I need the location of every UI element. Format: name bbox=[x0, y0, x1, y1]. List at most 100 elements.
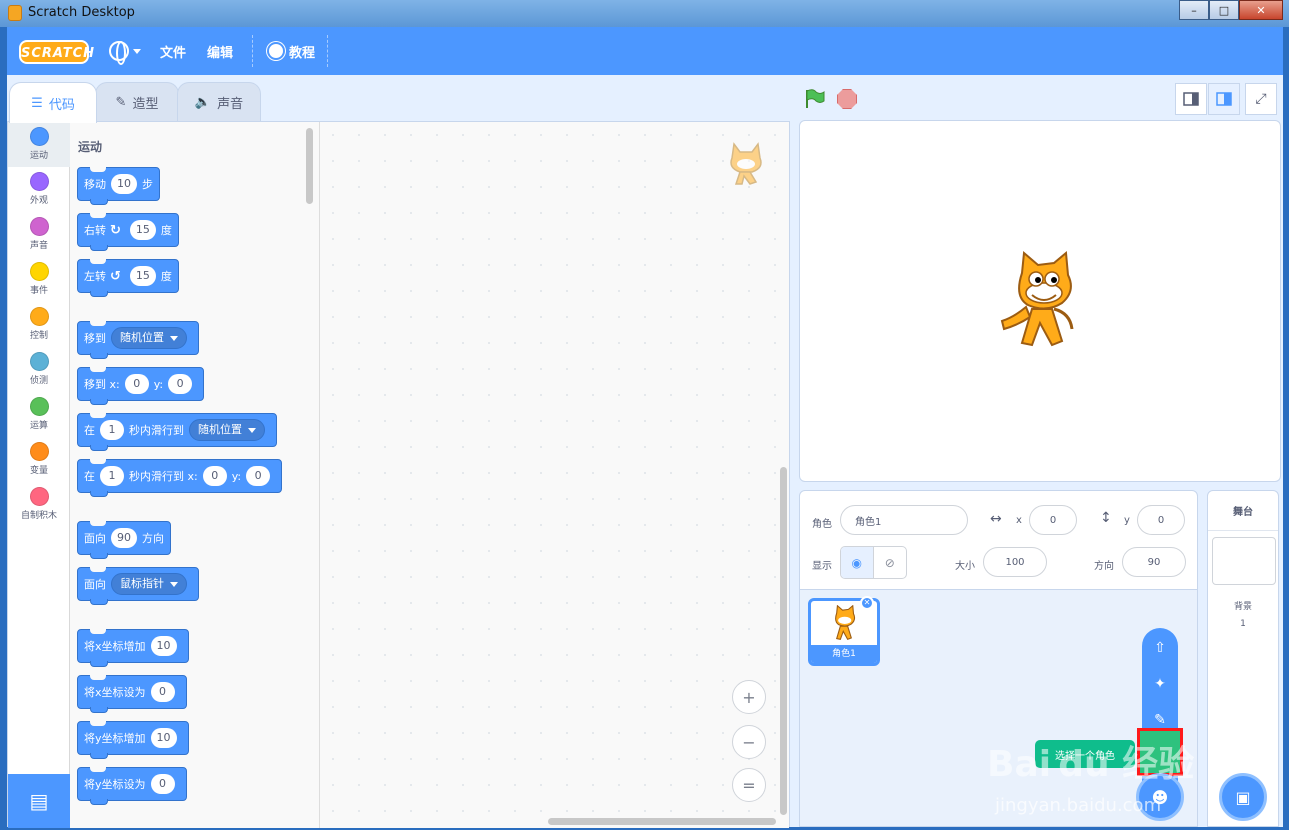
surprise-sprite-icon[interactable]: ✦ bbox=[1142, 666, 1178, 702]
zoom-reset-button[interactable]: = bbox=[732, 768, 766, 802]
category-sound[interactable]: 声音 bbox=[8, 212, 70, 257]
block-input[interactable]: 15 bbox=[129, 220, 156, 240]
stop-icon[interactable] bbox=[837, 89, 857, 109]
block-input[interactable]: 0 bbox=[124, 374, 149, 394]
language-menu[interactable] bbox=[109, 27, 141, 75]
category-variables[interactable]: 变量 bbox=[8, 437, 70, 482]
block-input[interactable]: 0 bbox=[202, 466, 227, 486]
block-dropdown[interactable]: 鼠标指针 bbox=[111, 573, 187, 595]
direction-input[interactable]: 90 bbox=[1122, 547, 1186, 577]
upload-sprite-icon[interactable]: ⇧ bbox=[1142, 630, 1178, 666]
category-my-blocks[interactable]: 自制积木 bbox=[8, 482, 70, 527]
sprite-name-label: 角色 bbox=[812, 519, 832, 530]
backdrops-label: 背景 bbox=[1233, 602, 1252, 612]
block-input[interactable]: 10 bbox=[150, 728, 177, 748]
category-control[interactable]: 控制 bbox=[8, 302, 70, 347]
tutorials-menu[interactable]: 教程 bbox=[269, 27, 315, 75]
zoom-in-button[interactable]: + bbox=[732, 680, 766, 714]
category-events[interactable]: 事件 bbox=[8, 257, 70, 302]
window-title: Scratch Desktop bbox=[28, 5, 135, 20]
category-motion[interactable]: 运动 bbox=[8, 122, 70, 167]
small-stage-button[interactable] bbox=[1175, 83, 1207, 115]
block-input[interactable]: 15 bbox=[129, 266, 156, 286]
block-change-x[interactable]: 将x坐标增加 10 bbox=[77, 629, 189, 667]
choose-backdrop-button[interactable]: ▣ bbox=[1219, 773, 1267, 821]
green-flag-icon[interactable] bbox=[804, 89, 826, 109]
block-goto[interactable]: 移到 随机位置 bbox=[77, 321, 199, 359]
zoom-out-button[interactable]: − bbox=[732, 725, 766, 759]
block-move-steps[interactable]: 移动 10 步 bbox=[77, 167, 160, 205]
tab-costumes-label: 造型 bbox=[132, 97, 159, 112]
palette-scrollbar[interactable] bbox=[306, 128, 313, 204]
category-dot bbox=[29, 262, 49, 281]
backdrop-thumbnail[interactable] bbox=[1212, 537, 1276, 585]
category-label: 变量 bbox=[29, 466, 48, 476]
close-button[interactable]: ✕ bbox=[1239, 0, 1283, 20]
y-label: y bbox=[1124, 515, 1130, 526]
minimize-button[interactable]: – bbox=[1179, 0, 1209, 20]
large-stage-button[interactable] bbox=[1208, 83, 1240, 115]
block-text: 移到 x: bbox=[84, 378, 120, 391]
block-turn-right[interactable]: 右转 ↻ 15 度 bbox=[77, 213, 179, 251]
script-workspace[interactable]: + − = bbox=[320, 122, 789, 828]
block-input[interactable]: 90 bbox=[111, 528, 137, 548]
y-input[interactable]: 0 bbox=[1137, 505, 1185, 535]
tab-code[interactable]: ☰ 代码 bbox=[9, 82, 97, 123]
category-menu: 运动 外观 声音 事件 控制 侦测 运算 变量 自制积木 ▤ bbox=[8, 122, 70, 828]
maximize-button[interactable]: □ bbox=[1209, 0, 1239, 20]
block-text: y: bbox=[153, 377, 164, 391]
small-stage-icon bbox=[1183, 92, 1199, 106]
block-input[interactable]: 10 bbox=[150, 636, 177, 656]
category-sensing[interactable]: 侦测 bbox=[8, 347, 70, 392]
block-input[interactable]: 1 bbox=[100, 420, 124, 440]
block-glide-xy[interactable]: 在 1 秒内滑行到 x: 0 y: 0 bbox=[77, 459, 283, 497]
block-text: y: bbox=[231, 469, 242, 483]
block-input[interactable]: 0 bbox=[150, 682, 175, 702]
block-point-towards[interactable]: 面向 鼠标指针 bbox=[77, 567, 199, 605]
visibility-toggle: ◉ ⊘ bbox=[840, 546, 907, 579]
large-stage-icon bbox=[1216, 92, 1232, 106]
workspace-vertical-scrollbar[interactable] bbox=[780, 467, 787, 815]
block-dropdown[interactable]: 随机位置 bbox=[111, 327, 187, 349]
block-change-y[interactable]: 将y坐标增加 10 bbox=[77, 721, 189, 759]
block-input[interactable]: 1 bbox=[100, 466, 124, 486]
fullscreen-icon: ⤢ bbox=[1255, 91, 1267, 107]
block-input[interactable]: 0 bbox=[150, 774, 175, 794]
tab-costumes[interactable]: ✎ 造型 bbox=[95, 82, 179, 122]
x-input[interactable]: 0 bbox=[1029, 505, 1077, 535]
sprite-watermark-icon bbox=[730, 142, 762, 185]
stage-canvas[interactable] bbox=[799, 120, 1281, 482]
show-sprite-button[interactable]: ◉ bbox=[841, 547, 874, 578]
category-label: 运动 bbox=[29, 151, 48, 161]
category-label: 侦测 bbox=[29, 376, 48, 386]
hide-sprite-button[interactable]: ⊘ bbox=[874, 547, 907, 578]
block-text: 秒内滑行到 x: bbox=[129, 470, 198, 483]
scratch-logo[interactable]: SCRATCH bbox=[19, 40, 94, 64]
baidu-watermark: Bai du 经验 bbox=[987, 744, 1195, 785]
category-looks[interactable]: 外观 bbox=[8, 167, 70, 212]
block-text: 在 bbox=[84, 470, 95, 483]
sprite-name-input[interactable]: 角色1 bbox=[840, 505, 968, 535]
fullscreen-button[interactable]: ⤢ bbox=[1245, 83, 1277, 115]
size-input[interactable]: 100 bbox=[983, 547, 1047, 577]
block-input[interactable]: 10 bbox=[111, 174, 137, 194]
block-input[interactable]: 0 bbox=[246, 466, 271, 486]
block-glide[interactable]: 在 1 秒内滑行到 随机位置 bbox=[77, 413, 277, 451]
tab-sounds[interactable]: 🔈 声音 bbox=[177, 82, 261, 122]
category-operators[interactable]: 运算 bbox=[8, 392, 70, 437]
category-dot bbox=[29, 487, 49, 506]
block-point-direction[interactable]: 面向 90 方向 bbox=[77, 521, 171, 559]
block-set-y[interactable]: 将y坐标设为 0 bbox=[77, 767, 187, 805]
block-goto-xy[interactable]: 移到 x: 0 y: 0 bbox=[77, 367, 205, 405]
block-input[interactable]: 0 bbox=[168, 374, 193, 394]
file-menu[interactable]: 文件 bbox=[160, 27, 186, 75]
block-dropdown[interactable]: 随机位置 bbox=[189, 419, 265, 441]
block-turn-left[interactable]: 左转 ↺ 15 度 bbox=[77, 259, 179, 297]
block-set-x[interactable]: 将x坐标设为 0 bbox=[77, 675, 187, 713]
delete-sprite-icon[interactable]: ✕ bbox=[860, 596, 874, 610]
workspace-horizontal-scrollbar[interactable] bbox=[548, 818, 776, 825]
chevron-down-icon bbox=[133, 48, 141, 54]
add-extension-button[interactable]: ▤ bbox=[8, 774, 70, 828]
edit-menu[interactable]: 编辑 bbox=[207, 27, 233, 75]
cat-sprite[interactable] bbox=[992, 251, 1092, 355]
